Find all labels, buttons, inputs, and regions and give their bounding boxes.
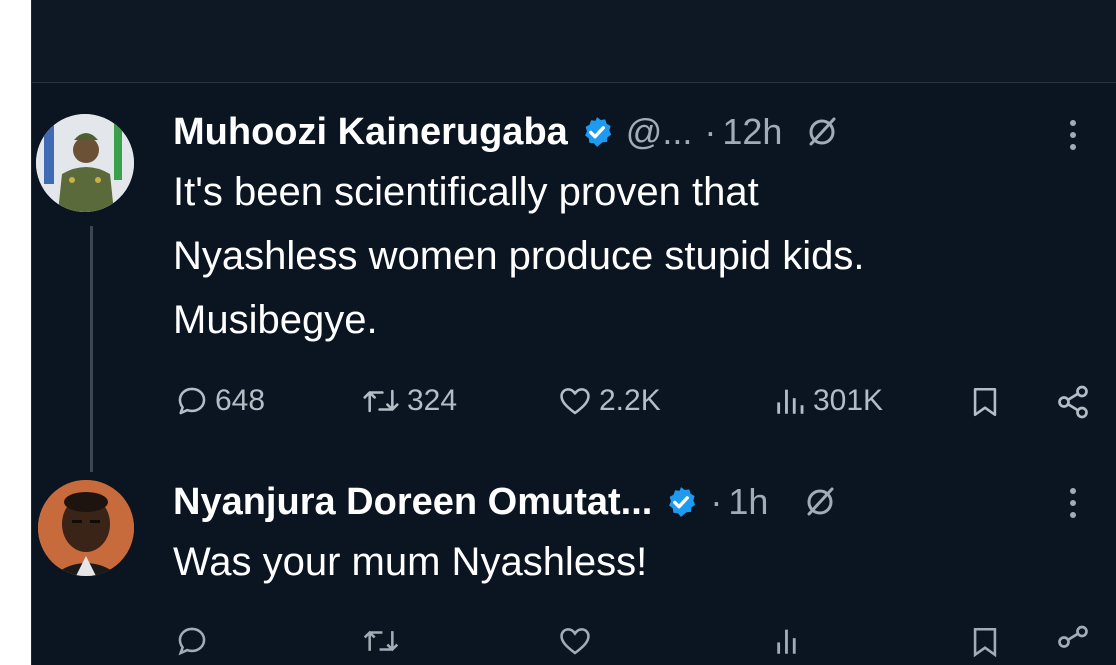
tweet-header: Nyanjura Doreen Omutat... · 1h: [173, 474, 838, 530]
views-icon: [777, 389, 804, 414]
tweet-text: Was your mum Nyashless!: [173, 540, 648, 584]
reply-icon[interactable]: [175, 624, 209, 658]
more-options-icon[interactable]: [1068, 487, 1078, 519]
author-name[interactable]: Nyanjura Doreen Omutat...: [173, 481, 652, 524]
tweet-header: Muhoozi Kainerugaba @... · 12h: [173, 104, 840, 160]
reply-count: 648: [215, 384, 266, 417]
views-count: 301K: [813, 384, 884, 417]
tweet-text-line: Nyashless women produce stupid kids.: [173, 234, 865, 278]
heart-icon: [560, 388, 590, 415]
screenshot-frame: Muhoozi Kainerugaba @... · 12h It's been…: [0, 0, 1116, 665]
reply-icon: [178, 387, 206, 415]
retweet-button[interactable]: 324: [361, 384, 457, 418]
avatar[interactable]: [36, 114, 134, 212]
tweet-text-line: It's been scientifically proven that: [173, 170, 759, 214]
thread-connector: [90, 226, 93, 472]
tweet-actions: 648 324 2.2K 301K: [173, 372, 1088, 432]
timeline-panel: Muhoozi Kainerugaba @... · 12h It's been…: [31, 0, 1116, 665]
verified-badge-icon: [584, 117, 611, 147]
author-name[interactable]: Muhoozi Kainerugaba: [173, 111, 568, 154]
retweet-icon[interactable]: [361, 624, 401, 658]
tweet-time[interactable]: 12h: [722, 111, 782, 153]
top-bar: [32, 0, 1116, 83]
heart-icon[interactable]: [557, 624, 593, 658]
like-button[interactable]: 2.2K: [557, 384, 661, 418]
avatar[interactable]: [38, 480, 134, 576]
author-handle[interactable]: @...: [626, 111, 693, 153]
reply-button[interactable]: 648: [175, 384, 265, 418]
more-options-icon[interactable]: [1068, 119, 1078, 151]
grok-icon[interactable]: [804, 114, 840, 150]
tweet-text-line: Musibegye.: [173, 298, 378, 342]
bookmark-icon[interactable]: [968, 624, 1002, 660]
views-button[interactable]: 301K: [773, 384, 883, 418]
share-button[interactable]: [1055, 384, 1097, 420]
retweet-icon: [363, 389, 399, 413]
meta-separator: ·: [710, 481, 723, 522]
verified-badge-icon: [669, 487, 696, 517]
tweet-actions-partial: [173, 620, 1088, 660]
share-icon[interactable]: [1055, 624, 1091, 660]
like-count: 2.2K: [599, 384, 661, 417]
retweet-count: 324: [407, 384, 458, 417]
grok-icon[interactable]: [802, 484, 838, 520]
bookmark-icon: [973, 387, 997, 417]
views-icon[interactable]: [773, 624, 807, 658]
share-icon: [1058, 385, 1088, 419]
tweet-text: It's been scientifically proven that Nya…: [173, 160, 1073, 352]
tweet-time[interactable]: 1h: [728, 481, 768, 523]
meta-separator: ·: [704, 111, 717, 152]
bookmark-button[interactable]: [968, 384, 1008, 420]
